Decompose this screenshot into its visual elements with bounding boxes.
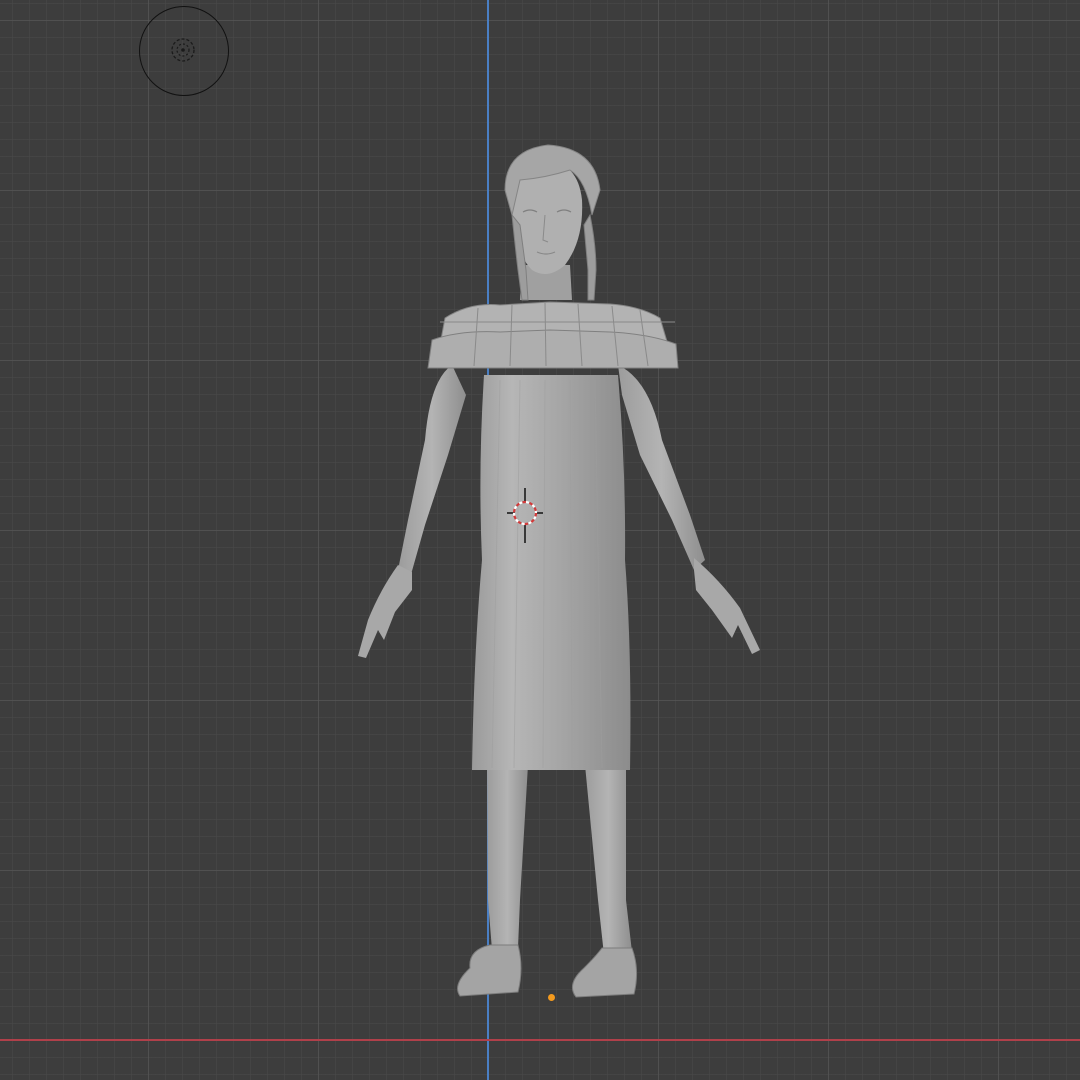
right-hand <box>694 558 760 654</box>
3d-cursor-icon[interactable] <box>505 488 545 543</box>
right-shoe <box>571 947 638 998</box>
left-shoe <box>457 944 522 997</box>
shoulder-cape <box>427 301 679 369</box>
3d-viewport[interactable] <box>0 0 1080 1080</box>
left-arm <box>398 365 466 578</box>
left-leg <box>487 765 528 950</box>
right-leg <box>585 765 632 955</box>
object-origin-icon <box>548 994 555 1001</box>
right-braid <box>583 213 597 301</box>
right-arm <box>618 365 705 570</box>
left-hand <box>358 565 412 658</box>
